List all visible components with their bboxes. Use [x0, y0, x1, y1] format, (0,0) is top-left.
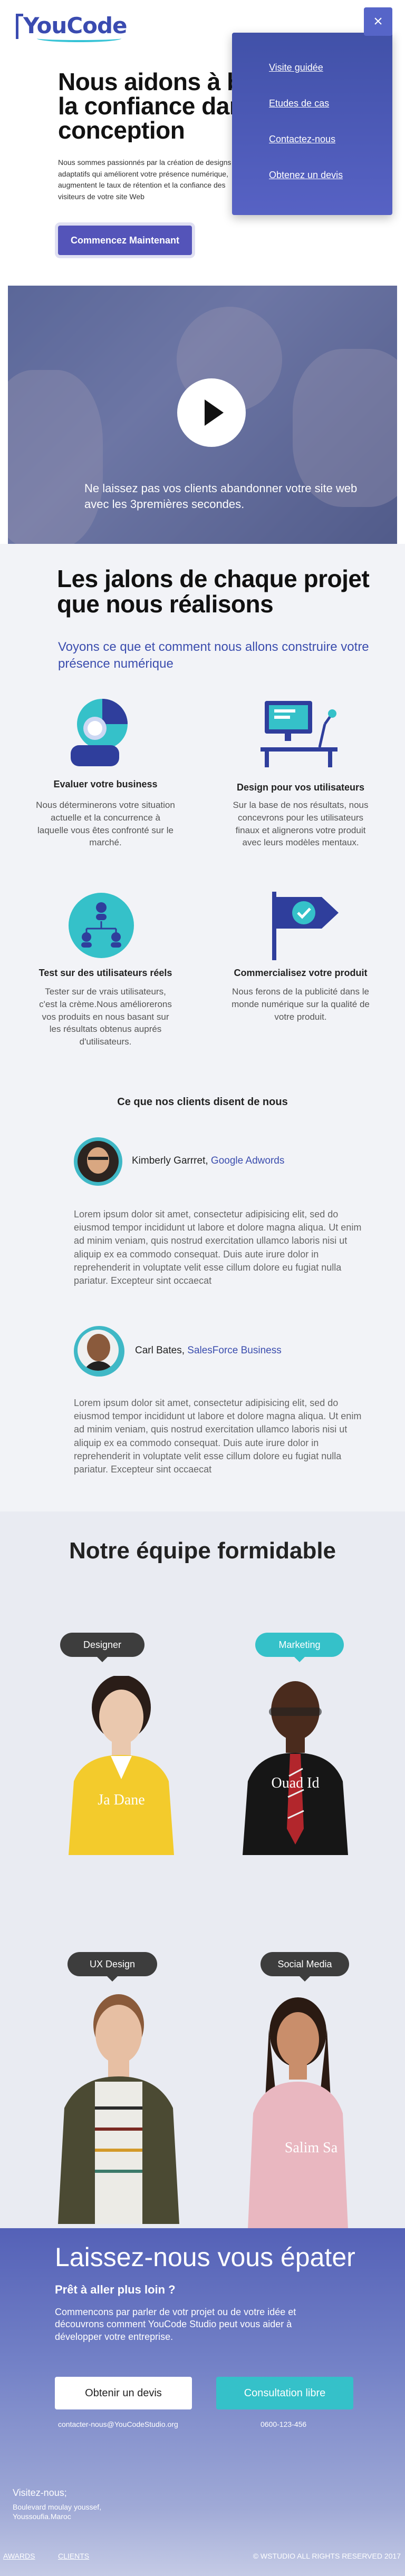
logo-bracket-mark — [16, 14, 23, 39]
logo-swoosh-mark — [37, 35, 121, 42]
footer-link-clients[interactable]: CLIENTS — [58, 2552, 89, 2560]
footer-address-line-2: Youssoufia.Maroc — [13, 2512, 71, 2521]
video-player[interactable]: Ne laissez pas vos clients abandonner vo… — [8, 286, 397, 544]
footer-copyright: © WSTUDIO ALL RIGHTS RESERVED 2017 — [253, 2552, 401, 2560]
role-badge-designer: Designer — [60, 1633, 144, 1662]
team-member-name: Salim Sa — [284, 2140, 338, 2156]
video-caption: Ne laissez pas vos clients abandonner vo… — [84, 482, 358, 511]
team-member-photo — [58, 1994, 179, 2224]
milestone-1-title: Evaluer votre business — [53, 779, 158, 789]
milestones-title-line-2: que nous réalisons — [57, 590, 274, 618]
team-member-photo — [248, 1997, 348, 2229]
testimonial-2-company: SalesForce Business — [187, 1345, 282, 1356]
testimonial-1-name: Kimberly Garrret — [132, 1155, 206, 1166]
avatar — [74, 1326, 124, 1377]
role-badge-ux-design: UX Design — [68, 1952, 157, 1982]
play-icon[interactable] — [177, 378, 246, 447]
milestone-1-text: Nous déterminerons votre situation actue… — [36, 800, 175, 848]
testimonial-1-text: Lorem ipsum dolor sit amet, consectetur … — [74, 1209, 362, 1286]
team-member-photo — [243, 1681, 348, 1855]
team-member-name: Ouad Id — [271, 1775, 320, 1791]
milestones-title-line-1: Les jalons de chaque projet — [57, 565, 370, 592]
avatar-photo — [78, 1141, 119, 1182]
hero-title-line-3: conception — [58, 116, 185, 142]
get-quote-button[interactable]: Obtenir un devis — [55, 2377, 192, 2409]
testimonial-1-company: Google Adwords — [210, 1155, 285, 1166]
team-title: Notre équipe formidable — [69, 1538, 336, 1564]
target-user-icon — [71, 699, 128, 766]
milestones-title: Les jalons de chaque projet que nous réa… — [57, 566, 373, 617]
hero-title-line-1: Nous aidons à b — [58, 70, 237, 95]
check-flag-icon — [272, 892, 339, 960]
role-badge-marketing: Marketing — [255, 1633, 344, 1662]
cta-description: Commencons par parler de votr projet ou … — [55, 2307, 296, 2342]
menu-item-contactez-nous[interactable]: Contactez-nous — [269, 134, 335, 145]
hero-description: Nous sommes passionnés par la création d… — [58, 158, 232, 201]
menu-item-etudes-de-cas[interactable]: Etudes de cas — [269, 98, 329, 109]
avatar-photo — [78, 1330, 119, 1371]
youcode-logo[interactable]: YouCode — [16, 9, 128, 42]
testimonial-2-separator: , — [181, 1345, 188, 1356]
hero-title-line-2: la confiance dan — [58, 92, 237, 120]
footer-visit-label: Visitez-nous; — [13, 2487, 67, 2498]
contact-phone[interactable]: 0600-123-456 — [261, 2420, 306, 2428]
menu-item-visite-guidee[interactable]: Visite guidée — [269, 62, 323, 73]
milestone-2-text: Sur la base de nos résultats, nous conce… — [233, 800, 369, 848]
testimonial-1-author: Kimberly Garrret, Google Adwords — [132, 1155, 284, 1167]
menu-item-obtenez-devis[interactable]: Obtenez un devis — [269, 170, 343, 181]
milestones-subtitle: Voyons ce que et comment nous allons con… — [58, 640, 369, 671]
testimonials-heading: Ce que nos clients disent de nous — [117, 1096, 288, 1108]
close-icon: × — [373, 13, 383, 30]
cta-title: Laissez-nous vous épater — [55, 2242, 355, 2272]
role-badge-social-media: Social Media — [261, 1952, 349, 1982]
desk-monitor-icon — [261, 701, 338, 767]
milestone-2-title: Design pour vos utilisateurs — [236, 782, 365, 793]
free-consultation-button[interactable]: Consultation libre — [216, 2377, 353, 2409]
user-network-icon — [69, 893, 134, 958]
testimonial-2-text: Lorem ipsum dolor sit amet, consectetur … — [74, 1398, 362, 1475]
avatar — [74, 1137, 122, 1186]
testimonial-2-name: Carl Bates — [135, 1345, 182, 1356]
milestone-3-title: Test sur des utilisateurs réels — [38, 968, 172, 978]
testimonial-2-author: Carl Bates, SalesForce Business — [135, 1345, 282, 1357]
dropdown-menu: Visite guidée Etudes de cas Contactez-no… — [232, 33, 392, 215]
footer-address: Boulevard moulay youssef, Youssoufia.Mar… — [13, 2502, 101, 2521]
milestone-3-text: Tester sur de vrais utilisateurs, c'est … — [39, 987, 172, 1047]
milestone-4-title: Commercialisez votre produit — [234, 968, 368, 978]
start-now-button[interactable]: Commencez Maintenant — [58, 226, 192, 255]
hero-title: Nous aidons à b la confiance dan concept… — [58, 70, 237, 142]
milestone-4-text: Nous ferons de la publicité dans le mond… — [232, 987, 370, 1022]
contact-email-link[interactable]: contacter-nous@YouCodeStudio.org — [58, 2420, 178, 2428]
testimonial-1-separator: , — [205, 1155, 211, 1166]
team-member-name: Ja Dane — [98, 1792, 145, 1808]
footer-link-awards[interactable]: AWARDS — [3, 2552, 35, 2560]
footer-address-line-1: Boulevard moulay youssef, — [13, 2503, 102, 2511]
team-member-photo — [69, 1676, 174, 1855]
close-menu-button[interactable]: × — [364, 7, 392, 36]
cta-question: Prêt à aller plus loin ? — [55, 2283, 176, 2296]
